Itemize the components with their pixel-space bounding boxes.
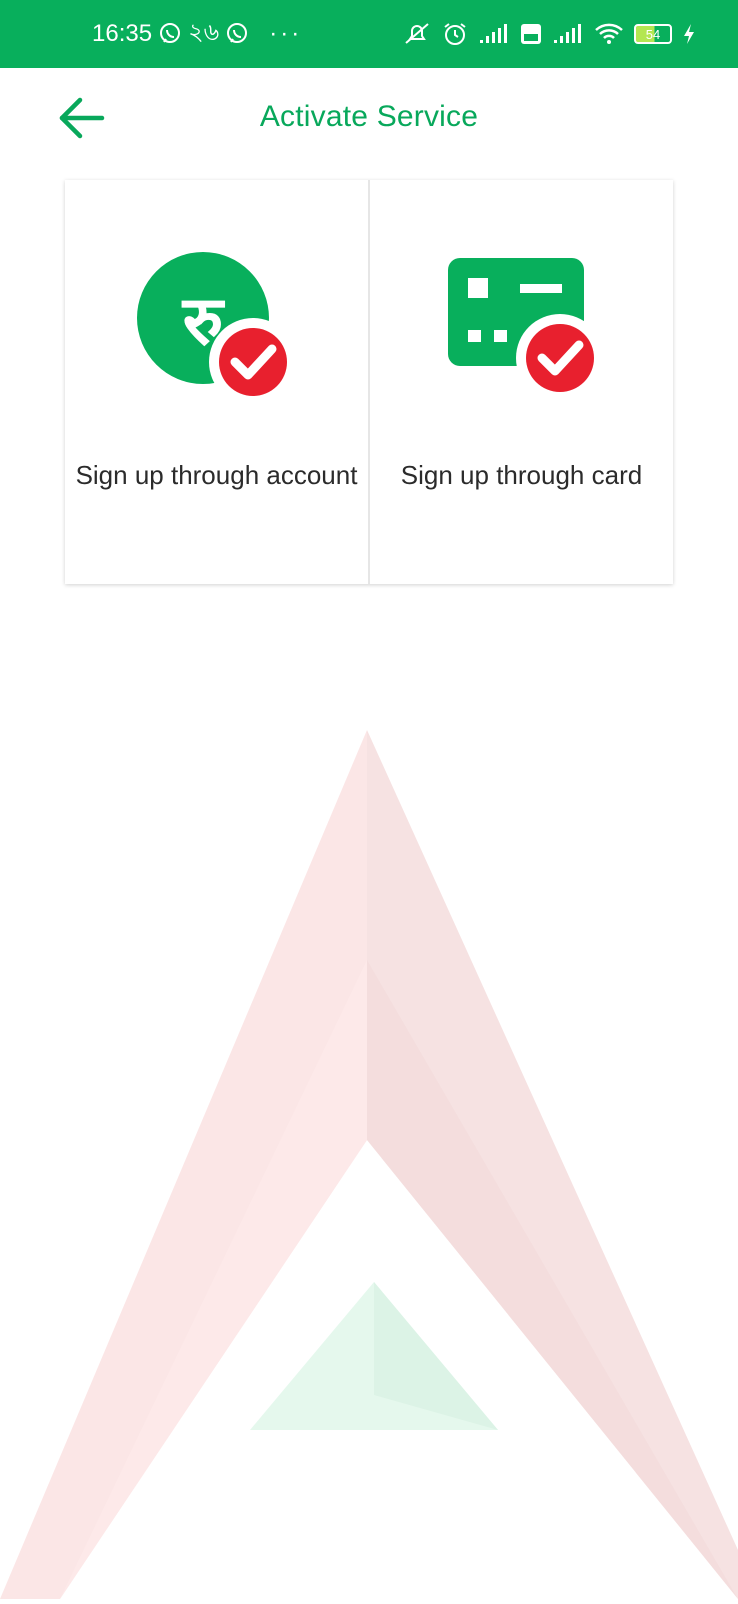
signup-card-label: Sign up through card [400, 460, 643, 490]
card-check-icon [370, 252, 673, 412]
rupee-check-icon: रु [65, 252, 368, 412]
wifi-icon [594, 22, 624, 46]
volte-icon [520, 23, 542, 45]
signup-account-label: Sign up through account [75, 460, 358, 490]
mute-icon [402, 21, 432, 47]
signal-icon [552, 23, 584, 45]
status-right: 54 [402, 0, 696, 68]
status-time: 16:35 [92, 20, 153, 47]
status-more-dots: ··· [269, 20, 303, 47]
signup-options: रु Sign up through account Sign up throu… [65, 180, 673, 584]
viber-icon [158, 22, 182, 46]
status-bar: 16:35 ২৬ ··· 54 [0, 0, 738, 68]
charging-icon [682, 23, 696, 45]
battery-level: 54 [645, 26, 661, 42]
signup-account-card[interactable]: रु Sign up through account [65, 180, 368, 584]
battery-icon: 54 [634, 24, 672, 44]
status-left: 16:35 ২৬ ··· [92, 0, 302, 68]
page-title: Activate Service [259, 100, 479, 133]
viber-icon [225, 22, 249, 46]
status-bengali-number: ২৬ [188, 19, 220, 46]
signal-icon [478, 23, 510, 45]
logo-watermark [0, 730, 738, 1599]
signup-card-card[interactable]: Sign up through card [368, 180, 673, 584]
header: Activate Service [0, 68, 738, 172]
alarm-icon [442, 21, 468, 47]
